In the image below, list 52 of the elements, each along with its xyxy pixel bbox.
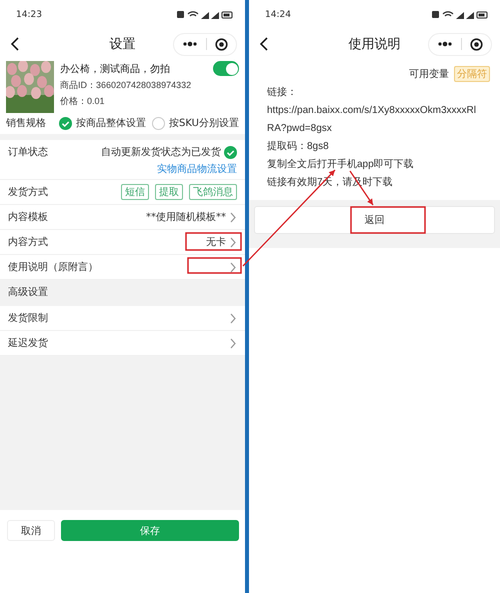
row-value: 无卡 (206, 236, 226, 249)
status-icons (432, 10, 488, 20)
content-line: 复制全文后打开手机app即可下载 (267, 159, 414, 171)
variables-label: 可用变量 (409, 68, 449, 81)
row-label: 内容模板 (8, 210, 48, 224)
row-value: **使用随机模板** (146, 210, 226, 224)
more-icon[interactable] (437, 41, 453, 47)
row-label: 发货限制 (8, 312, 48, 325)
product-name: 办公椅，测试商品，勿拍 (60, 62, 170, 76)
status-text: 自动更新发货状态为已发货 (101, 146, 221, 159)
chevron-icon (229, 338, 237, 348)
settings-row[interactable]: 发货限制 (0, 306, 245, 331)
logistics-link[interactable]: 实物商品物流设置 (157, 162, 237, 176)
status-time: 14:23 (16, 10, 42, 20)
chevron-icon (229, 212, 237, 222)
row-label: 延迟发货 (8, 337, 48, 350)
back-button[interactable]: 返回 (254, 206, 495, 234)
page-title: 设置 (110, 36, 136, 53)
close-icon[interactable] (470, 38, 483, 50)
field-label: 发货方式 (8, 186, 48, 199)
settings-row[interactable]: 内容模板 **使用随机模板** (0, 205, 245, 230)
radio-checked-icon[interactable] (59, 116, 72, 130)
settings-row[interactable]: 内容方式 无卡 (0, 230, 245, 255)
chevron-icon (229, 262, 237, 272)
status-icons (177, 10, 233, 20)
page-title: 使用说明 (348, 36, 400, 53)
field-label: 订单状态 (8, 146, 48, 159)
product-price: 价格：0.01 (60, 95, 106, 108)
row-label: 使用说明（原附言） (8, 260, 98, 274)
product-id: 商品ID：3660207428038974332 (60, 79, 192, 92)
back-icon[interactable] (259, 37, 269, 51)
close-icon[interactable] (215, 38, 228, 50)
radio-label: 按商品整体设置 (76, 116, 146, 130)
chevron-icon (229, 312, 237, 324)
cancel-button[interactable]: 取消 (7, 520, 55, 541)
highlight-box (187, 257, 242, 274)
status-time: 14:24 (265, 10, 291, 20)
radio-icon[interactable] (152, 116, 166, 130)
radio-label: 按SKU分别设置 (169, 116, 239, 130)
highlight-box (185, 232, 242, 251)
content-line: RA?pwd=8gsx (267, 123, 332, 135)
chevron-icon (229, 236, 237, 248)
section-header: 高级设置 (0, 280, 245, 306)
field-label: 销售规格 (6, 116, 46, 130)
row-label: 内容方式 (8, 236, 48, 249)
content-line: 提取码：8gs8 (267, 141, 329, 153)
more-icon[interactable] (182, 41, 198, 47)
content-line: https://pan.baixx.com/s/1Xy8xxxxxOkm3xxxxRl (267, 105, 476, 117)
content-line: 链接： (267, 87, 297, 99)
check-circle-icon[interactable] (224, 146, 237, 158)
back-icon[interactable] (10, 37, 20, 51)
toggle-switch[interactable] (213, 61, 239, 76)
